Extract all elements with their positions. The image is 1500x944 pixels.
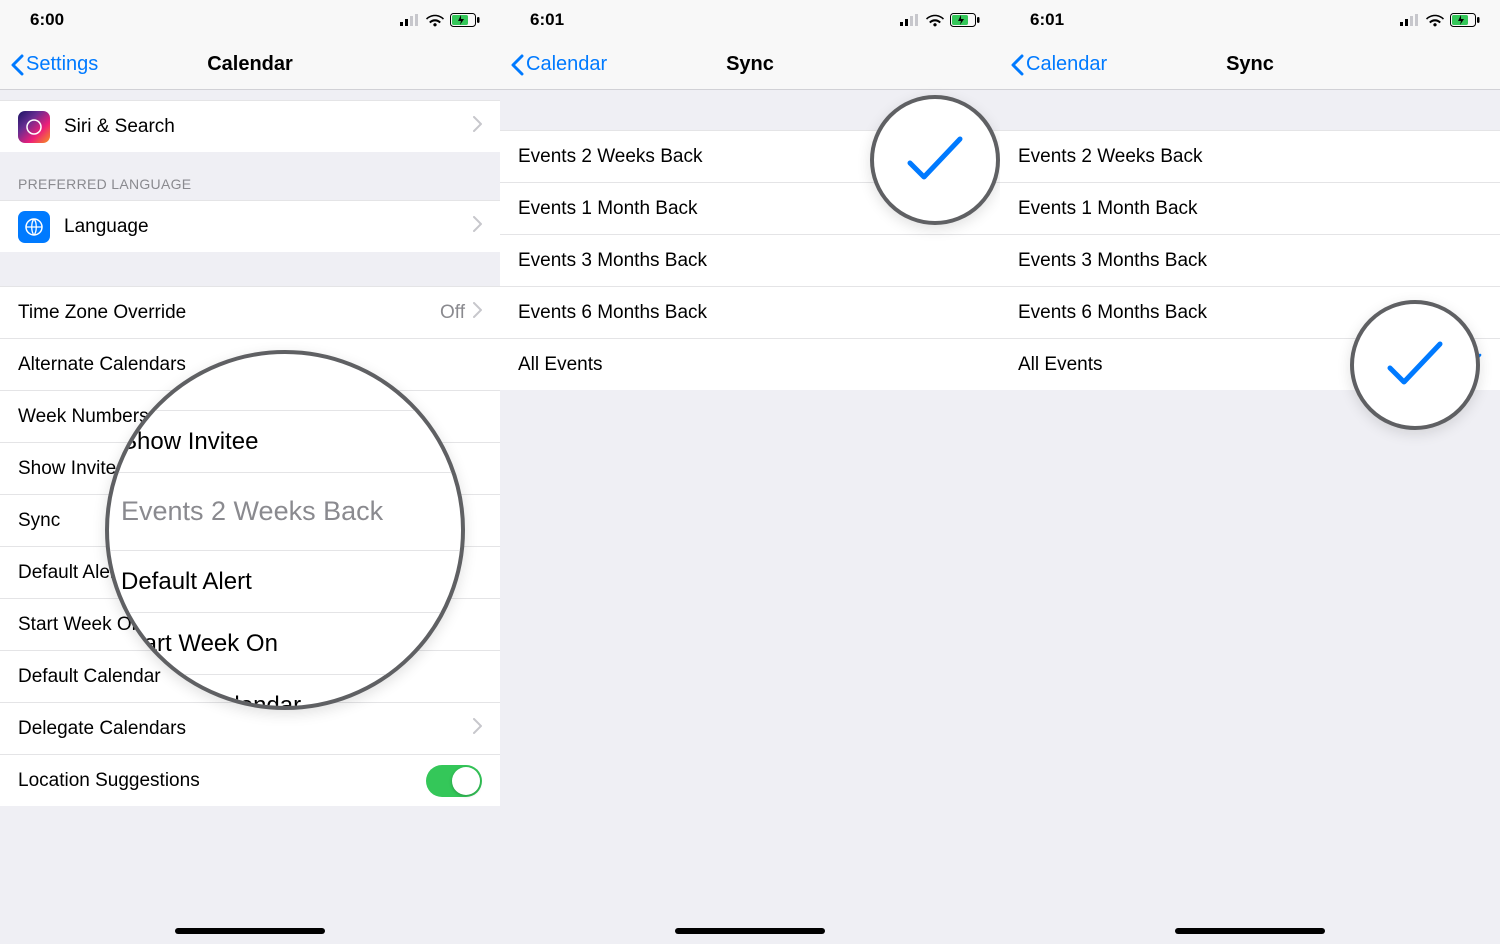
chevron-left-icon (1010, 54, 1024, 76)
nav-title: Sync (726, 53, 774, 76)
language-row[interactable]: Language (0, 200, 500, 252)
cell-label: Week Numbers (18, 406, 482, 428)
sync-option-row[interactable]: Events 2 Weeks Back (500, 130, 1000, 182)
sync-row[interactable]: Sync (0, 494, 500, 546)
home-indicator[interactable] (1175, 928, 1325, 934)
preferred-language-header: PREFERRED LANGUAGE (0, 152, 500, 200)
cell-label: Events 6 Months Back (518, 302, 982, 324)
sync-option-row[interactable]: Events 1 Month Back (1000, 182, 1500, 234)
battery-charging-icon (450, 13, 480, 27)
show-invitee-row[interactable]: Show Invitee (0, 442, 500, 494)
sync-option-row[interactable]: All Events (1000, 338, 1500, 390)
cell-label: Location Suggestions (18, 770, 426, 792)
alternate-calendars-row[interactable]: Alternate Calendars (0, 338, 500, 390)
cell-label: Sync (18, 510, 482, 532)
cell-label: Events 6 Months Back (1018, 302, 1482, 324)
cell-label: Events 2 Weeks Back (518, 146, 962, 168)
nav-bar: Calendar Sync (1000, 40, 1500, 90)
sync-option-row[interactable]: Events 6 Months Back (1000, 286, 1500, 338)
chevron-right-icon (473, 216, 482, 238)
default-alert-row[interactable]: Default Alert (0, 546, 500, 598)
chevron-left-icon (10, 54, 24, 76)
nav-bar: Calendar Sync (500, 40, 1000, 90)
sync-option-row[interactable]: Events 6 Months Back (500, 286, 1000, 338)
cell-label: Delegate Calendars (18, 718, 473, 740)
cell-label: Start Week On (18, 614, 482, 636)
status-bar: 6:00 (0, 0, 500, 40)
cell-label: Show Invitee (18, 458, 482, 480)
signal-icon (900, 14, 920, 26)
default-calendar-row[interactable]: Default Calendar (0, 650, 500, 702)
wifi-icon (1426, 14, 1444, 27)
cell-value: Off (440, 302, 465, 324)
wifi-icon (426, 14, 444, 27)
phone-sync-list-allevents: 6:01 Calendar Sync Events 2 Weeks Back E… (1000, 0, 1500, 944)
week-numbers-row[interactable]: Week Numbers (0, 390, 500, 442)
cell-label: Time Zone Override (18, 302, 440, 324)
cell-label: Language (64, 216, 473, 238)
cell-label: Events 3 Months Back (518, 250, 982, 272)
status-time: 6:00 (30, 10, 64, 30)
home-indicator[interactable] (175, 928, 325, 934)
sync-option-row[interactable]: Events 3 Months Back (1000, 234, 1500, 286)
cell-label: Alternate Calendars (18, 354, 482, 376)
back-button[interactable]: Settings (10, 53, 98, 76)
cell-label: Events 1 Month Back (518, 198, 982, 220)
nav-title: Calendar (207, 53, 293, 76)
status-icons (1400, 13, 1480, 27)
wifi-icon (926, 14, 944, 27)
back-label: Calendar (526, 53, 607, 76)
sync-option-row[interactable]: All Events (500, 338, 1000, 390)
status-time: 6:01 (1030, 10, 1064, 30)
location-suggestions-toggle[interactable] (426, 765, 482, 797)
battery-charging-icon (950, 13, 980, 27)
delegate-calendars-row[interactable]: Delegate Calendars (0, 702, 500, 754)
sync-option-row[interactable]: Events 1 Month Back (500, 182, 1000, 234)
chevron-left-icon (510, 54, 524, 76)
status-icons (900, 13, 980, 27)
siri-search-row[interactable]: Siri & Search (0, 100, 500, 152)
status-bar: 6:01 (1000, 0, 1500, 40)
cell-label: Default Alert (18, 562, 482, 584)
home-indicator[interactable] (675, 928, 825, 934)
location-suggestions-row[interactable]: Location Suggestions (0, 754, 500, 806)
start-week-on-row[interactable]: Start Week On (0, 598, 500, 650)
sync-option-row[interactable]: Events 2 Weeks Back (1000, 130, 1500, 182)
status-bar: 6:01 (500, 0, 1000, 40)
back-label: Settings (26, 53, 98, 76)
cell-label: Events 1 Month Back (1018, 198, 1482, 220)
cell-label: Events 2 Weeks Back (1018, 146, 1482, 168)
back-button[interactable]: Calendar (1010, 53, 1107, 76)
back-button[interactable]: Calendar (510, 53, 607, 76)
signal-icon (1400, 14, 1420, 26)
battery-charging-icon (1450, 13, 1480, 27)
chevron-right-icon (473, 116, 482, 138)
globe-icon (18, 211, 50, 243)
sync-option-row[interactable]: Events 3 Months Back (500, 234, 1000, 286)
nav-title: Sync (1226, 53, 1274, 76)
siri-icon (18, 111, 50, 143)
status-time: 6:01 (530, 10, 564, 30)
checkmark-icon (962, 145, 982, 169)
phone-calendar-settings: 6:00 Settings Calendar Siri & Search PRE… (0, 0, 500, 944)
cell-label: Default Calendar (18, 666, 482, 688)
chevron-right-icon (473, 302, 482, 324)
cell-label: All Events (1018, 354, 1462, 376)
chevron-right-icon (473, 718, 482, 740)
signal-icon (400, 14, 420, 26)
cell-label: Events 3 Months Back (1018, 250, 1482, 272)
nav-bar: Settings Calendar (0, 40, 500, 90)
cell-label: Siri & Search (64, 116, 473, 138)
time-zone-override-row[interactable]: Time Zone Override Off (0, 286, 500, 338)
status-icons (400, 13, 480, 27)
phone-sync-list-2weeks: 6:01 Calendar Sync Events 2 Weeks Back E… (500, 0, 1000, 944)
back-label: Calendar (1026, 53, 1107, 76)
cell-label: All Events (518, 354, 982, 376)
checkmark-icon (1462, 353, 1482, 377)
